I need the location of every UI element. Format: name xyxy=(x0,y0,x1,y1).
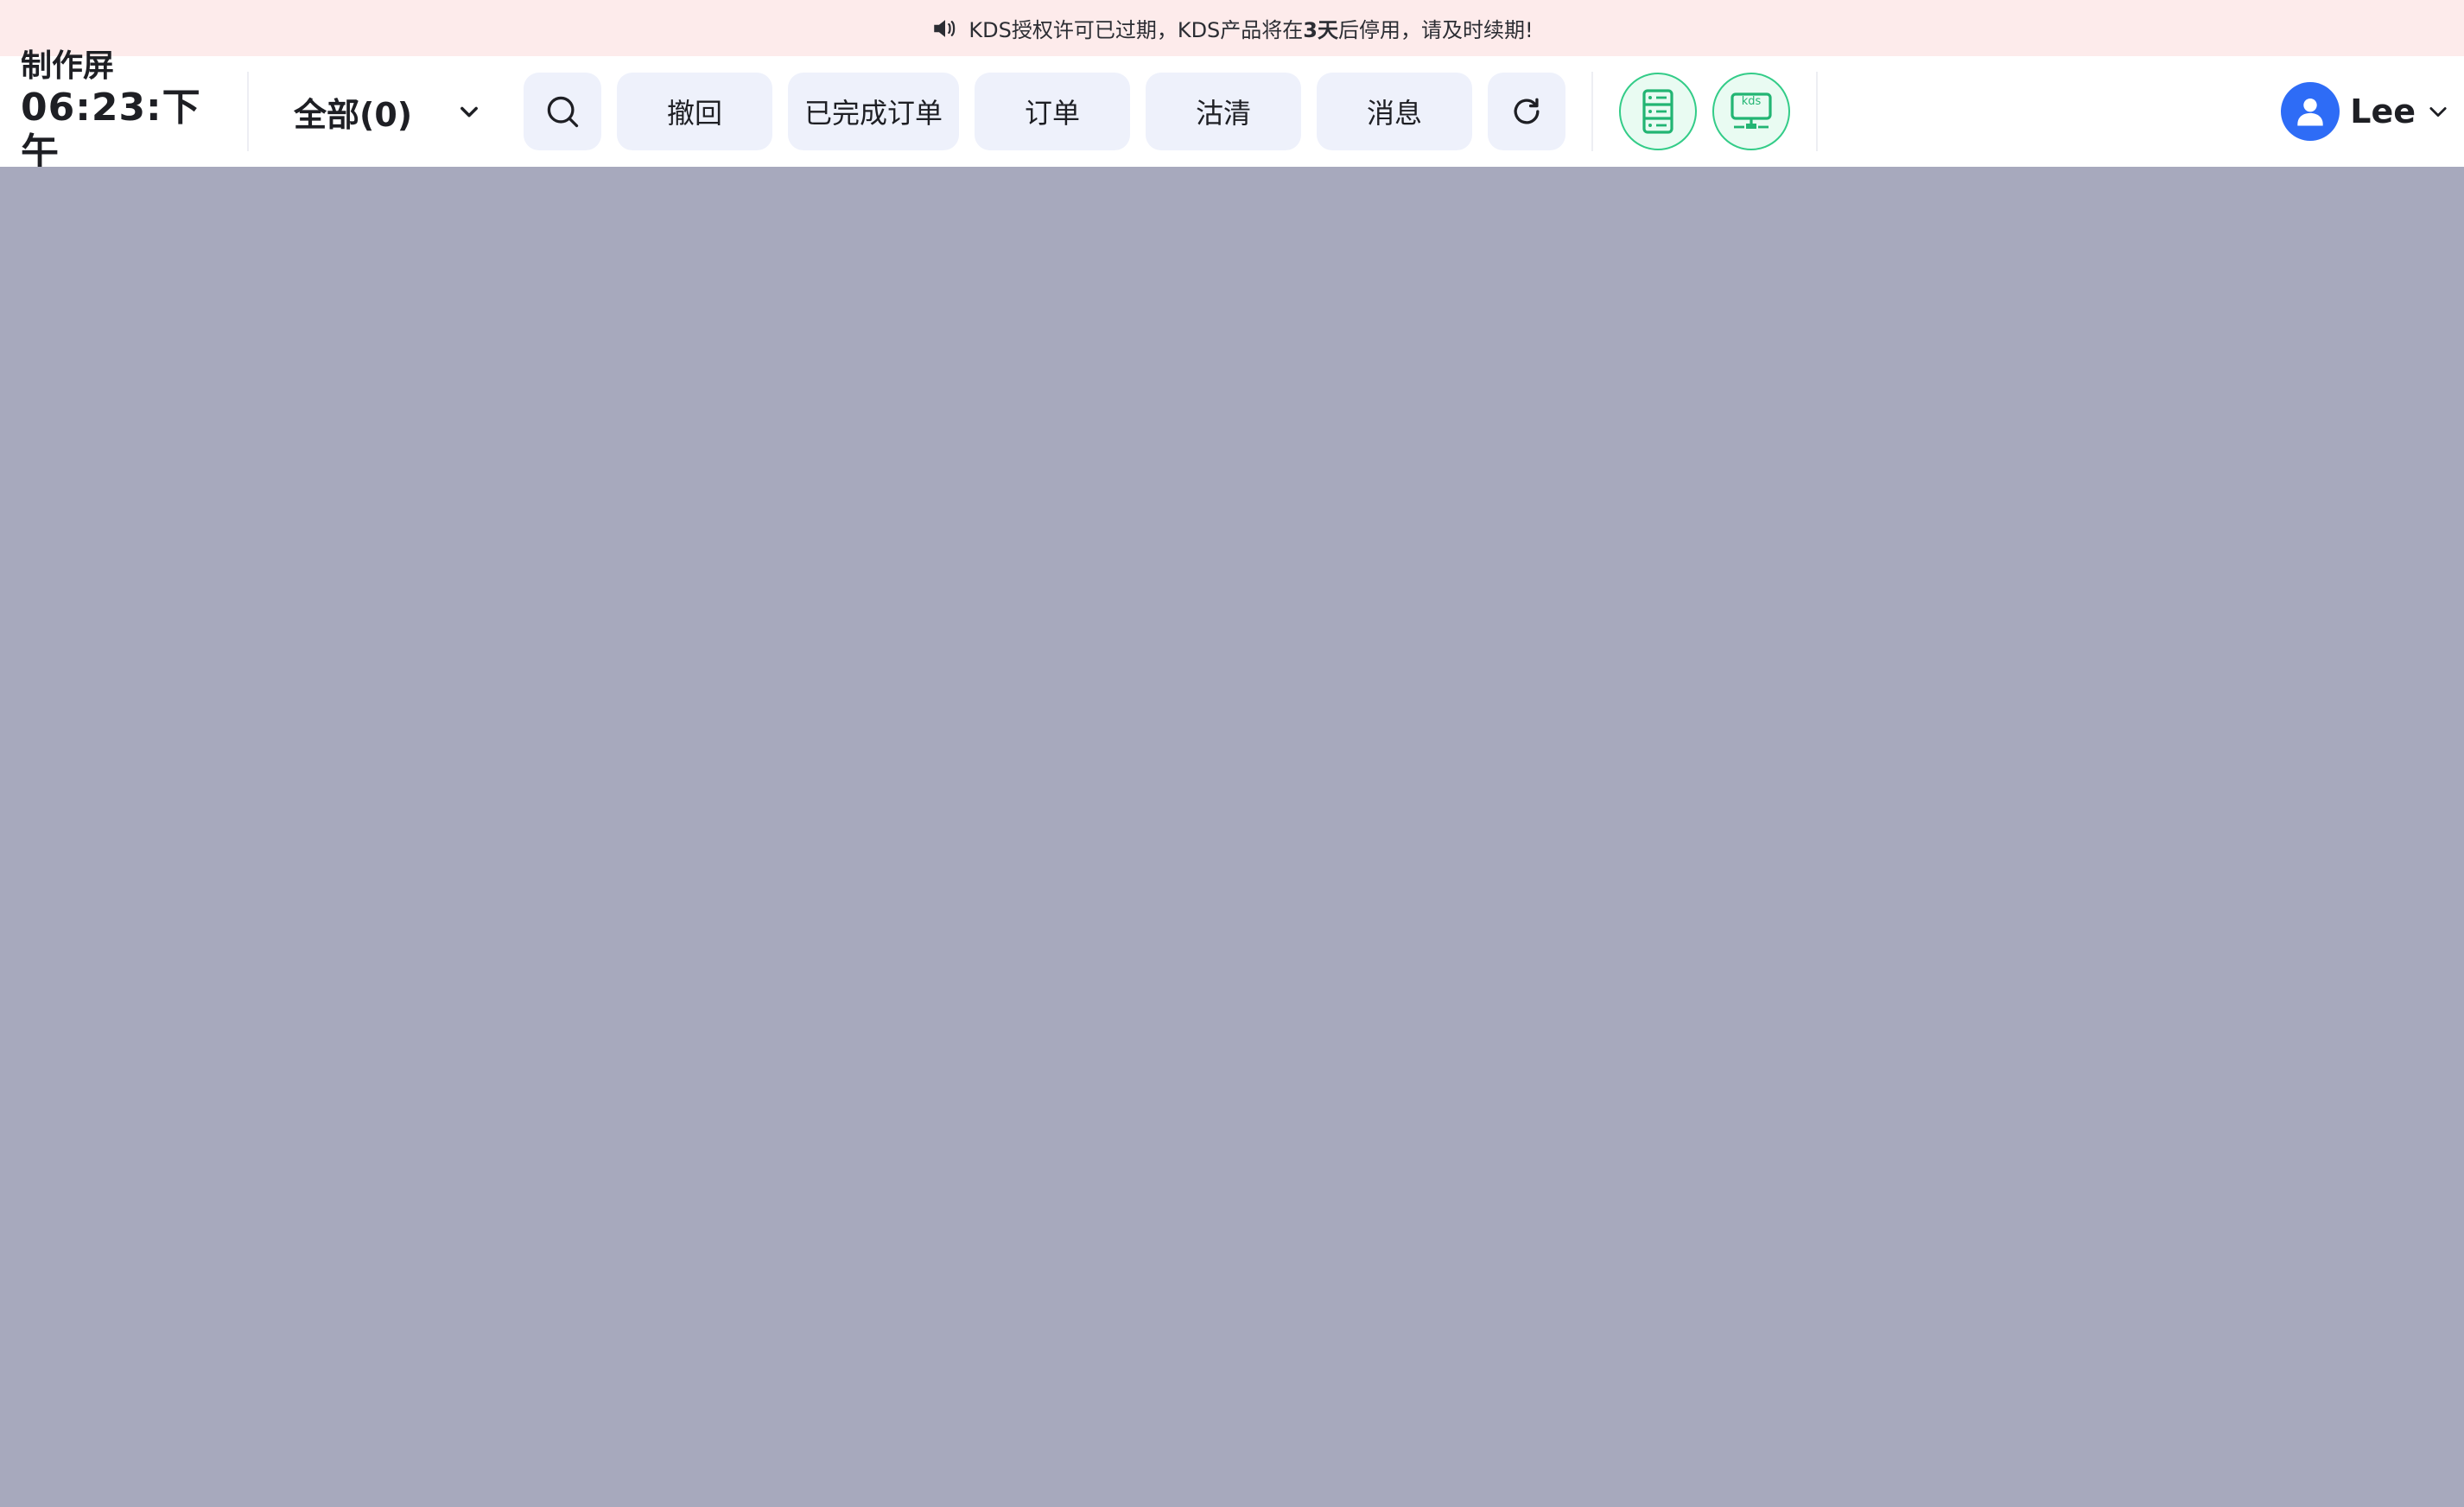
completed-orders-button[interactable]: 已完成订单 xyxy=(788,73,959,150)
screen-brand: 制作屏 06:23:下午 xyxy=(21,48,237,175)
order-workspace xyxy=(0,167,2464,1507)
kds-device-button[interactable]: kds xyxy=(1712,73,1790,150)
user-avatar-icon xyxy=(2281,82,2340,141)
orders-button[interactable]: 订单 xyxy=(975,73,1130,150)
kds-icon-text: kds xyxy=(1741,95,1762,108)
clock-display: 06:23:下午 xyxy=(21,86,201,175)
category-filter-dropdown[interactable]: 全部(0) xyxy=(294,77,484,146)
banner-text-highlight: 3天 xyxy=(1303,18,1338,42)
divider xyxy=(247,72,249,151)
category-filter-label: 全部(0) xyxy=(294,95,413,134)
refresh-icon xyxy=(1508,92,1546,130)
search-button[interactable] xyxy=(524,73,601,150)
server-status-button[interactable] xyxy=(1619,73,1697,150)
banner-text-suffix: 后停用，请及时续期! xyxy=(1337,18,1534,42)
user-menu[interactable]: Lee xyxy=(2281,80,2450,143)
license-expiry-banner: KDS授权许可已过期，KDS产品将在 3天 后停用，请及时续期! xyxy=(0,0,2464,56)
screen-title: 制作屏 xyxy=(21,48,115,84)
divider xyxy=(1591,72,1593,151)
top-toolbar: 制作屏 06:23:下午 全部(0) 撤回 已完成订单 订单 沽清 消息 kds… xyxy=(0,48,2464,175)
user-name: Lee xyxy=(2350,92,2416,130)
search-icon xyxy=(543,92,581,130)
chevron-down-icon xyxy=(2426,99,2450,124)
chevron-down-icon xyxy=(454,97,484,126)
withdraw-button[interactable]: 撤回 xyxy=(617,73,772,150)
divider xyxy=(1816,72,1818,151)
messages-button[interactable]: 消息 xyxy=(1317,73,1472,150)
banner-text-prefix: KDS授权许可已过期，KDS产品将在 xyxy=(968,18,1304,42)
sold-out-button[interactable]: 沽清 xyxy=(1146,73,1301,150)
refresh-button[interactable] xyxy=(1488,73,1565,150)
server-icon xyxy=(1637,87,1679,136)
kds-monitor-icon: kds xyxy=(1729,91,1774,132)
speaker-icon xyxy=(930,14,960,43)
